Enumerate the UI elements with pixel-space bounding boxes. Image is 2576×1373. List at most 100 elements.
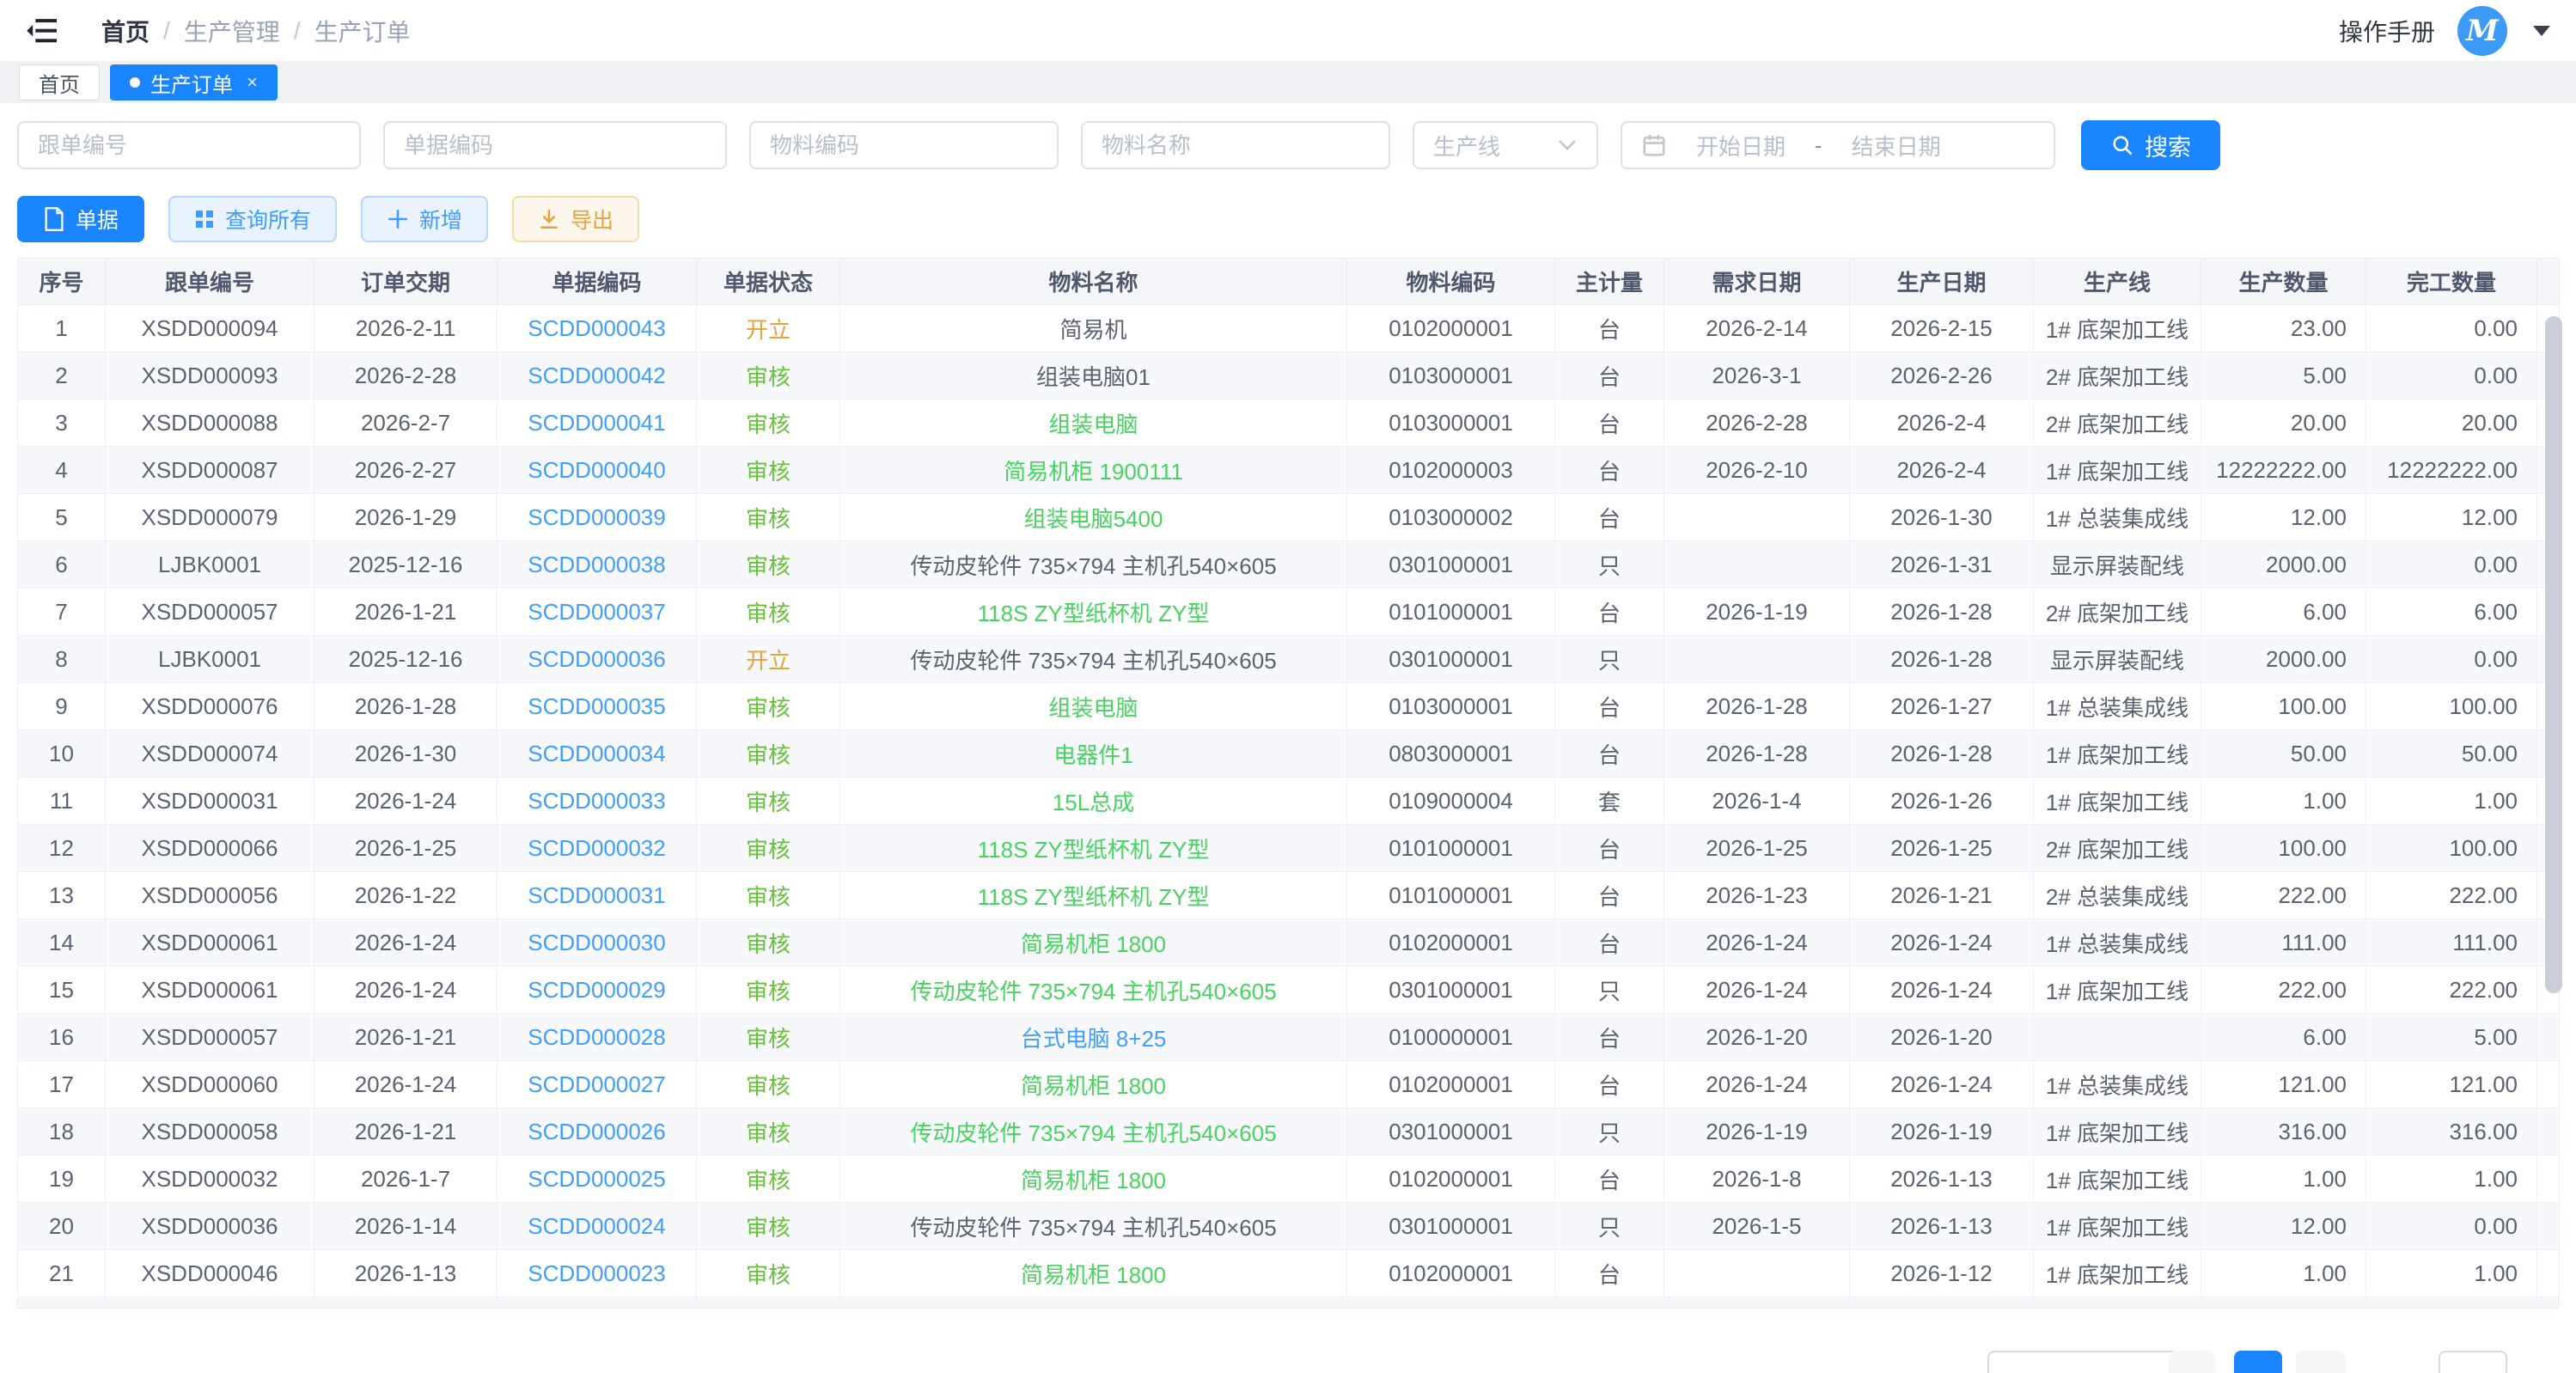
cell-seq: 12 xyxy=(18,825,106,872)
table-row[interactable]: 5XSDD0000792026-1-29SCDD000039审核组装电脑5400… xyxy=(18,494,2560,541)
tab-production-order[interactable]: 生产订单 xyxy=(110,64,278,101)
cell-need_date: 2026-1-20 xyxy=(1664,1014,1850,1061)
avatar[interactable]: M xyxy=(2457,6,2507,56)
cell-code[interactable]: SCDD000023 xyxy=(497,1250,697,1297)
cell-code[interactable]: SCDD000042 xyxy=(497,352,697,400)
cell-status: 审核 xyxy=(697,1014,840,1061)
query-all-button[interactable]: 查询所有 xyxy=(168,196,337,242)
cell-line: 2# 底架加工线 xyxy=(2034,825,2201,872)
cell-code[interactable]: SCDD000030 xyxy=(497,919,697,967)
production-line-placeholder: 生产线 xyxy=(1433,130,1500,162)
export-button[interactable]: 导出 xyxy=(512,196,639,242)
table-row[interactable]: 15XSDD0000612026-1-24SCDD000029审核传动皮轮件 7… xyxy=(18,967,2560,1014)
menu-collapse-icon[interactable] xyxy=(26,15,60,46)
cell-mcode: 0102000001 xyxy=(1347,305,1555,352)
table-row[interactable]: 17XSDD0000602026-1-24SCDD000027审核简易机柜 18… xyxy=(18,1061,2560,1108)
pagination-active-page-button[interactable] xyxy=(2234,1351,2282,1373)
cell-status: 审核 xyxy=(697,1203,840,1250)
cell-code[interactable]: SCDD000031 xyxy=(497,872,697,919)
breadcrumb-production-management[interactable]: 生产管理 xyxy=(184,14,280,48)
cell-code[interactable]: SCDD000032 xyxy=(497,825,697,872)
date-range-picker[interactable]: 开始日期 - 结束日期 xyxy=(1621,121,2055,169)
doc-code-input[interactable] xyxy=(383,121,727,169)
cell-follow: XSDD000057 xyxy=(106,1014,314,1061)
add-button[interactable]: 新增 xyxy=(361,196,488,242)
end-date-placeholder[interactable]: 结束日期 xyxy=(1852,130,1941,162)
cell-status: 审核 xyxy=(697,352,840,400)
manual-link[interactable]: 操作手册 xyxy=(2339,14,2435,48)
cell-qty: 2000.00 xyxy=(2201,541,2366,589)
col-header-prod-date: 生产日期 xyxy=(1850,259,2034,305)
production-line-select[interactable]: 生产线 xyxy=(1413,121,1598,169)
table-row[interactable]: 2XSDD0000932026-2-28SCDD000042审核组装电脑0101… xyxy=(18,352,2560,400)
cell-code[interactable]: SCDD000028 xyxy=(497,1014,697,1061)
table-row[interactable]: 20XSDD0000362026-1-14SCDD000024审核传动皮轮件 7… xyxy=(18,1203,2560,1250)
cell-unit: 台 xyxy=(1555,589,1664,636)
breadcrumb-home[interactable]: 首页 xyxy=(101,14,150,48)
table-row[interactable]: 8LJBK00012025-12-16SCDD000036开立传动皮轮件 735… xyxy=(18,636,2560,683)
pagination-prev-button[interactable] xyxy=(2169,1351,2215,1373)
tab-home[interactable]: 首页 xyxy=(19,64,100,101)
cell-follow: XSDD000036 xyxy=(106,1203,314,1250)
cell-line: 1# 底架加工线 xyxy=(2034,1156,2201,1203)
document-button[interactable]: 单据 xyxy=(17,196,144,242)
cell-code[interactable]: SCDD000035 xyxy=(497,683,697,730)
table-row[interactable]: 11XSDD0000312026-1-24SCDD000033审核15L总成01… xyxy=(18,778,2560,825)
cell-code[interactable]: SCDD000036 xyxy=(497,636,697,683)
cell-line: 1# 底架加工线 xyxy=(2034,305,2201,352)
cell-unit: 台 xyxy=(1555,1156,1664,1203)
pagination-jump-input[interactable] xyxy=(2439,1351,2507,1373)
cell-code[interactable]: SCDD000040 xyxy=(497,447,697,494)
chevron-down-icon[interactable] xyxy=(2533,26,2550,36)
table-row[interactable]: 4XSDD0000872026-2-27SCDD000040审核简易机柜 190… xyxy=(18,447,2560,494)
cell-code[interactable]: SCDD000043 xyxy=(497,305,697,352)
follow-number-input[interactable] xyxy=(17,121,361,169)
material-code-input[interactable] xyxy=(749,121,1059,169)
cell-code[interactable]: SCDD000027 xyxy=(497,1061,697,1108)
table-row[interactable]: 3XSDD0000882026-2-7SCDD000041审核组装电脑01030… xyxy=(18,400,2560,447)
table-row[interactable]: 21XSDD0000462026-1-13SCDD000023审核简易机柜 18… xyxy=(18,1250,2560,1297)
cell-prod_date: 2026-1-30 xyxy=(1850,494,2034,541)
cell-material: 118S ZY型纸杯机 ZY型 xyxy=(840,872,1347,919)
vertical-scrollbar[interactable] xyxy=(2545,316,2562,993)
cell-seq: 3 xyxy=(18,400,106,447)
cell-code[interactable]: SCDD000038 xyxy=(497,541,697,589)
cell-code[interactable]: SCDD000033 xyxy=(497,778,697,825)
table-row[interactable]: 9XSDD0000762026-1-28SCDD000035审核组装电脑0103… xyxy=(18,683,2560,730)
cell-code[interactable]: SCDD000029 xyxy=(497,967,697,1014)
search-button[interactable]: 搜索 xyxy=(2081,120,2220,170)
table-row[interactable]: 16XSDD0000572026-1-21SCDD000028审核台式电脑 8+… xyxy=(18,1014,2560,1061)
table-row[interactable]: 13XSDD0000562026-1-22SCDD000031审核118S ZY… xyxy=(18,872,2560,919)
table-row[interactable]: 19XSDD0000322026-1-7SCDD000025审核简易机柜 180… xyxy=(18,1156,2560,1203)
table-row[interactable]: 12XSDD0000662026-1-25SCDD000032审核118S ZY… xyxy=(18,825,2560,872)
download-icon xyxy=(538,208,560,230)
cell-mcode: 0102000001 xyxy=(1347,1156,1555,1203)
pagination-next-button[interactable] xyxy=(2296,1351,2346,1373)
cell-prod_date: 2026-1-31 xyxy=(1850,541,2034,589)
cell-need_date: 2026-1-25 xyxy=(1664,825,1850,872)
cell-code[interactable]: SCDD000026 xyxy=(497,1108,697,1156)
table-row[interactable]: 10XSDD0000742026-1-30SCDD000034审核电器件1080… xyxy=(18,730,2560,778)
query-all-button-label: 查询所有 xyxy=(225,204,311,235)
cell-unit: 台 xyxy=(1555,872,1664,919)
table-row[interactable]: 6LJBK00012025-12-16SCDD000038审核传动皮轮件 735… xyxy=(18,541,2560,589)
start-date-placeholder[interactable]: 开始日期 xyxy=(1696,130,1785,162)
table-row[interactable]: 14XSDD0000612026-1-24SCDD000030审核简易机柜 18… xyxy=(18,919,2560,967)
cell-code[interactable]: SCDD000039 xyxy=(497,494,697,541)
cell-code[interactable]: SCDD000024 xyxy=(497,1203,697,1250)
material-name-input[interactable] xyxy=(1081,121,1390,169)
cell-order_date: 2026-2-11 xyxy=(314,305,497,352)
table-row[interactable]: 7XSDD0000572026-1-21SCDD000037审核118S ZY型… xyxy=(18,589,2560,636)
close-icon[interactable] xyxy=(247,71,258,94)
cell-seq: 18 xyxy=(18,1108,106,1156)
cell-code[interactable]: SCDD000037 xyxy=(497,589,697,636)
col-header-follow: 跟单编号 xyxy=(106,259,314,305)
cell-code[interactable]: SCDD000025 xyxy=(497,1156,697,1203)
table-row[interactable]: 18XSDD0000582026-1-21SCDD000026审核传动皮轮件 7… xyxy=(18,1108,2560,1156)
cell-code[interactable]: SCDD000041 xyxy=(497,400,697,447)
cell-prod_date: 2026-1-13 xyxy=(1850,1203,2034,1250)
table-row[interactable]: 1XSDD0000942026-2-11SCDD000043开立简易机01020… xyxy=(18,305,2560,352)
cell-need_date: 2026-1-5 xyxy=(1664,1203,1850,1250)
cell-code[interactable]: SCDD000034 xyxy=(497,730,697,778)
cell-prod_date: 2026-1-24 xyxy=(1850,919,2034,967)
